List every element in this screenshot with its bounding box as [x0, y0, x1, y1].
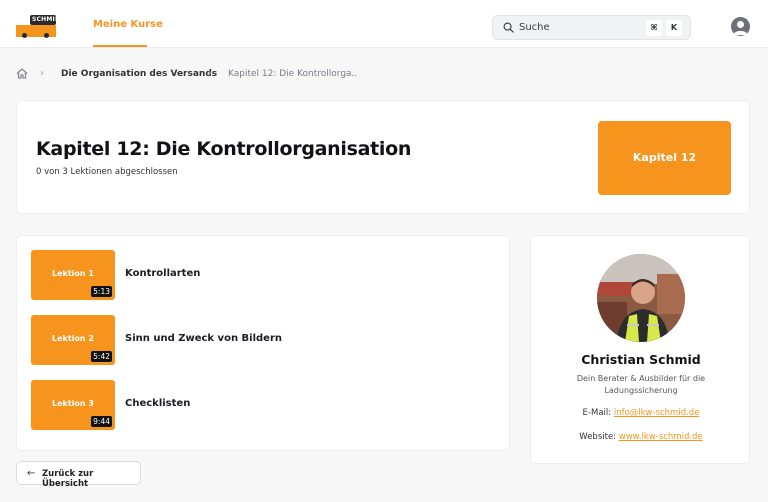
logo-wheel — [44, 33, 49, 38]
lesson-title[interactable]: Sinn und Zweck von Bildern — [125, 333, 282, 344]
breadcrumb-course-link[interactable]: Die Organisation des Versands — [61, 69, 217, 79]
chapter-thumbnail: Kapitel 12 — [598, 121, 731, 195]
instructor-card: Christian Schmid Dein Berater & Ausbilde… — [530, 235, 750, 464]
lesson-thumbnail[interactable]: Lektion 1 5:13 — [31, 250, 115, 300]
search-bar[interactable]: Suche ⌘ K — [492, 15, 691, 40]
lesson-thumbnail[interactable]: Lektion 3 9:44 — [31, 380, 115, 430]
logo-wheel — [22, 33, 27, 38]
nav-my-courses[interactable]: Meine Kurse — [93, 19, 163, 30]
email-link[interactable]: info@lkw-schmid.de — [614, 408, 700, 418]
lesson-thumbnail-label: Lektion 1 — [52, 269, 94, 278]
lesson-title[interactable]: Checklisten — [125, 398, 190, 409]
lesson-thumbnail-label: Lektion 2 — [52, 334, 94, 343]
email-label: E-Mail: — [582, 408, 612, 418]
lesson-duration: 5:13 — [91, 286, 112, 297]
company-logo[interactable]: SCHMID — [16, 15, 60, 38]
user-avatar[interactable] — [731, 17, 750, 36]
lesson-item[interactable]: Lektion 2 5:42 Sinn und Zweck von Bilder… — [31, 315, 501, 367]
shortcut-k-key: K — [666, 20, 682, 36]
search-icon — [503, 22, 514, 33]
back-to-overview-button[interactable]: ← Zurück zur Übersicht — [16, 461, 141, 489]
lesson-thumbnail-label: Lektion 3 — [52, 399, 94, 408]
home-icon[interactable] — [16, 68, 28, 79]
website-link[interactable]: www.lkw-schmid.de — [619, 432, 703, 442]
contact-email-row: E-Mail: info@lkw-schmid.de — [531, 408, 751, 418]
lesson-duration: 9:44 — [91, 416, 112, 427]
chapter-progress-text: 0 von 3 Lektionen abgeschlossen — [36, 167, 178, 177]
lesson-duration: 5:42 — [91, 351, 112, 362]
arrow-left-icon: ← — [27, 468, 36, 479]
user-icon — [733, 21, 748, 35]
lessons-list: Lektion 1 5:13 Kontrollarten Lektion 2 5… — [16, 235, 510, 451]
lesson-item[interactable]: Lektion 1 5:13 Kontrollarten — [31, 250, 501, 302]
lesson-thumbnail[interactable]: Lektion 2 5:42 — [31, 315, 115, 365]
lesson-title[interactable]: Kontrollarten — [125, 268, 200, 279]
chevron-right-icon: › — [208, 68, 212, 79]
nav-active-indicator — [93, 45, 147, 47]
website-label: Website: — [579, 432, 617, 442]
instructor-photo — [597, 254, 685, 342]
logo-text: SCHMID — [32, 16, 61, 23]
chevron-right-icon: › — [40, 68, 44, 79]
contact-website-row: Website: www.lkw-schmid.de — [531, 432, 751, 442]
breadcrumb-current: Kapitel 12: Die Kontrollorga.. — [228, 69, 358, 79]
chapter-header-card: Kapitel 12: Die Kontrollorganisation 0 v… — [16, 100, 750, 214]
back-button-label: Zurück zur Übersicht — [42, 469, 94, 489]
top-bar: SCHMID Meine Kurse Suche ⌘ K — [0, 0, 768, 48]
instructor-role: Dein Berater & Ausbilder für die Ladungs… — [576, 374, 706, 395]
page-title: Kapitel 12: Die Kontrollorganisation — [36, 138, 412, 160]
shortcut-cmd-key: ⌘ — [646, 20, 662, 36]
lesson-item[interactable]: Lektion 3 9:44 Checklisten — [31, 380, 501, 432]
search-placeholder: Suche — [519, 22, 550, 33]
instructor-name: Christian Schmid — [581, 352, 701, 367]
